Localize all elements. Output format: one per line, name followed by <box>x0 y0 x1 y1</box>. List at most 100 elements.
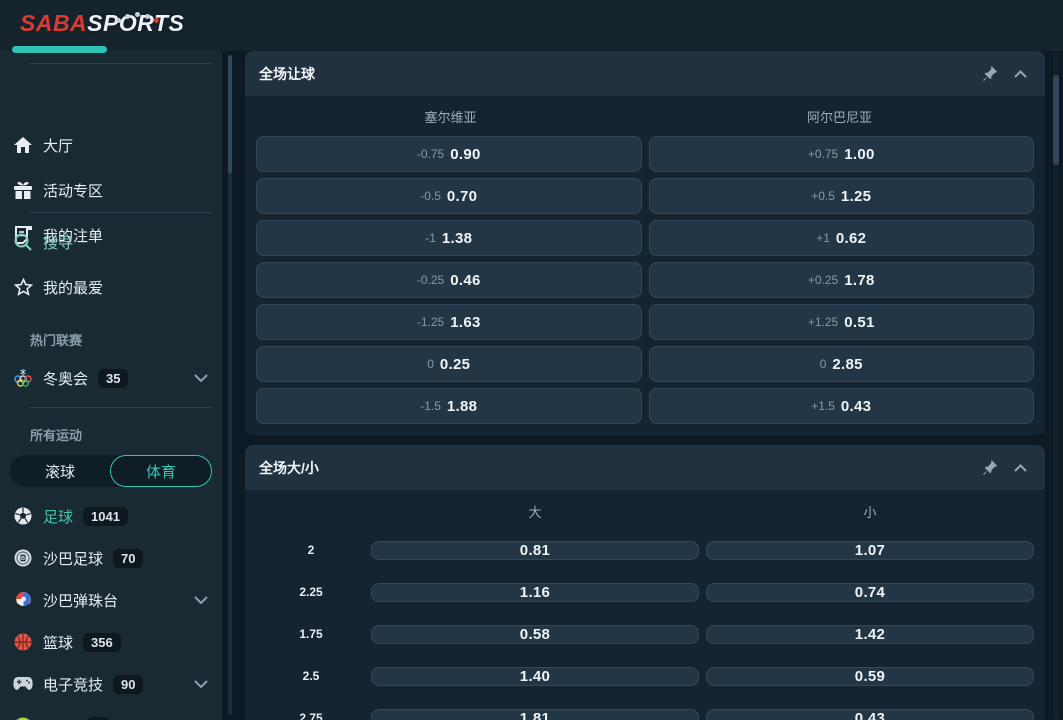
odds-button-under[interactable]: 0.43 <box>706 709 1034 720</box>
handicap-value: 0 <box>427 357 434 371</box>
odds-button-over[interactable]: 1.81 <box>371 709 699 720</box>
divider <box>30 212 212 213</box>
handicap-value: +0.5 <box>811 189 835 203</box>
sidebar-item-saba-pinball[interactable]: 沙巴弹珠台 <box>0 580 222 620</box>
handicap-value: -0.75 <box>417 147 444 161</box>
odds-value: 0.43 <box>841 398 871 415</box>
collapse-chevron-up-icon[interactable] <box>1009 457 1031 479</box>
pin-icon[interactable] <box>979 457 1001 479</box>
sidebar-item-label: 电子竞技 <box>43 674 103 695</box>
divider <box>30 63 212 64</box>
odds-button-under[interactable]: 1.07 <box>706 541 1034 560</box>
odds-button-over[interactable]: 1.16 <box>371 583 699 602</box>
handicap-row: 00.25 02.85 <box>256 346 1034 382</box>
odds-button-home[interactable]: -0.25 0.46 <box>256 262 642 298</box>
odds-button-home[interactable]: 00.25 <box>256 346 642 382</box>
handicap-value: -1.5 <box>420 399 441 413</box>
section-title: 全场大/小 <box>259 458 971 478</box>
over-under-row: 2.75 1.81 0.43 <box>256 700 1034 720</box>
handicap-value: -0.5 <box>420 189 441 203</box>
gamepad-icon <box>13 674 33 694</box>
main-scrollbar[interactable] <box>1053 51 1059 720</box>
odds-button-away[interactable]: +0.51.25 <box>649 178 1035 214</box>
odds-button-away[interactable]: 02.85 <box>649 346 1035 382</box>
hot-leagues-header: 热门联赛 <box>30 330 82 349</box>
odds-button-home[interactable]: -0.5 0.70 <box>256 178 642 214</box>
sidebar-item-winter-olympics[interactable]: 冬奥会 35 <box>0 358 222 398</box>
count-badge: 1041 <box>83 507 128 526</box>
saba-soccer-icon: B <box>13 548 33 568</box>
toggle-sports[interactable]: 体育 <box>110 455 212 487</box>
saba-sports-logo[interactable]: SABASPORTS <box>20 10 184 37</box>
sidebar-item-label: 沙巴足球 <box>43 548 103 569</box>
odds-button-home[interactable]: -11.38 <box>256 220 642 256</box>
odds-button-away[interactable]: +1 0.62 <box>649 220 1035 256</box>
sidebar-item-basketball[interactable]: 篮球 356 <box>0 622 222 662</box>
pinball-icon <box>13 590 33 610</box>
collapse-chevron-up-icon[interactable] <box>1009 63 1031 85</box>
odds-button-under[interactable]: 0.59 <box>706 667 1034 686</box>
line-value: 2 <box>256 543 366 557</box>
sidebar-item-saba-soccer[interactable]: B 沙巴足球 70 <box>0 538 222 578</box>
sidebar-scrollbar[interactable] <box>228 55 232 715</box>
odds-value: 0.25 <box>440 356 470 373</box>
handicap-value: -0.25 <box>417 273 444 287</box>
main-scrollbar-thumb[interactable] <box>1053 75 1059 165</box>
over-under-column-header: 大 小 <box>245 490 1045 532</box>
sidebar-item-esports[interactable]: 电子竞技 90 <box>0 664 222 704</box>
odds-button-home[interactable]: -1.5 1.88 <box>256 388 642 424</box>
odds-button-under[interactable]: 0.74 <box>706 583 1034 602</box>
over-under-row: 2.5 1.40 0.59 <box>256 658 1034 694</box>
top-bar: SABASPORTS <box>0 0 1063 51</box>
handicap-value: +1.25 <box>808 315 838 329</box>
odds-value: 0.62 <box>836 230 866 247</box>
odds-button-home[interactable]: -1.251.63 <box>256 304 642 340</box>
odds-value: 1.07 <box>855 542 885 559</box>
pin-icon[interactable] <box>979 63 1001 85</box>
live-vs-sports-toggle: 滚球 体育 <box>10 455 212 487</box>
handicap-row: -0.5 0.70 +0.51.25 <box>256 178 1034 214</box>
odds-button-away[interactable]: +0.251.78 <box>649 262 1035 298</box>
sidebar-item-label: 大厅 <box>43 135 73 156</box>
odds-value: 0.51 <box>844 314 874 331</box>
handicap-row: -0.25 0.46 +0.251.78 <box>256 262 1034 298</box>
section-title: 全场让球 <box>259 64 971 84</box>
odds-button-under[interactable]: 1.42 <box>706 625 1034 644</box>
sidebar: 大厅 活动专区 我的注单 搜寻 <box>0 51 222 720</box>
count-badge: 356 <box>83 633 121 652</box>
odds-value: 0.70 <box>447 188 477 205</box>
home-team-name: 塞尔维亚 <box>256 96 645 136</box>
toggle-live[interactable]: 滚球 <box>10 455 110 487</box>
odds-value: 0.74 <box>855 584 885 601</box>
sidebar-item-lobby[interactable]: 大厅 <box>0 125 222 165</box>
odds-button-over[interactable]: 1.40 <box>371 667 699 686</box>
handicap-card-header: 全场让球 <box>245 51 1045 96</box>
sidebar-item-tennis-partial[interactable] <box>0 706 222 720</box>
sidebar-scrollbar-thumb[interactable] <box>228 55 232 173</box>
chevron-down-icon <box>194 596 208 604</box>
odds-value: 1.16 <box>520 584 550 601</box>
odds-value: 0.81 <box>520 542 550 559</box>
sidebar-item-search[interactable]: 搜寻 <box>0 222 222 262</box>
sidebar-item-promotions[interactable]: 活动专区 <box>0 170 222 210</box>
odds-value: 0.58 <box>520 626 550 643</box>
line-value: 2.25 <box>256 585 366 599</box>
odds-button-over[interactable]: 0.81 <box>371 541 699 560</box>
away-team-name: 阿尔巴尼亚 <box>645 96 1034 136</box>
odds-button-away[interactable]: +1.25 0.51 <box>649 304 1035 340</box>
odds-button-home[interactable]: -0.750.90 <box>256 136 642 172</box>
handicap-card: 全场让球 塞尔维亚 阿尔巴尼亚 -0.750.90 +0.751.00 -0.5… <box>245 51 1045 435</box>
olympic-rings-icon <box>13 368 33 388</box>
odds-button-away[interactable]: +1.50.43 <box>649 388 1035 424</box>
over-under-card-header: 全场大/小 <box>245 445 1045 490</box>
handicap-value: -1.25 <box>417 315 444 329</box>
sidebar-item-favorites[interactable]: 我的最爱 <box>0 267 222 307</box>
sidebar-item-soccer[interactable]: 足球 1041 <box>0 496 222 536</box>
sidebar-item-label: 搜寻 <box>43 232 73 253</box>
sidebar-item-label: 我的最爱 <box>43 277 103 298</box>
odds-value: 1.88 <box>447 398 477 415</box>
odds-button-away[interactable]: +0.751.00 <box>649 136 1035 172</box>
odds-button-over[interactable]: 0.58 <box>371 625 699 644</box>
odds-value: 0.46 <box>450 272 480 289</box>
handicap-value: +1 <box>816 231 830 245</box>
